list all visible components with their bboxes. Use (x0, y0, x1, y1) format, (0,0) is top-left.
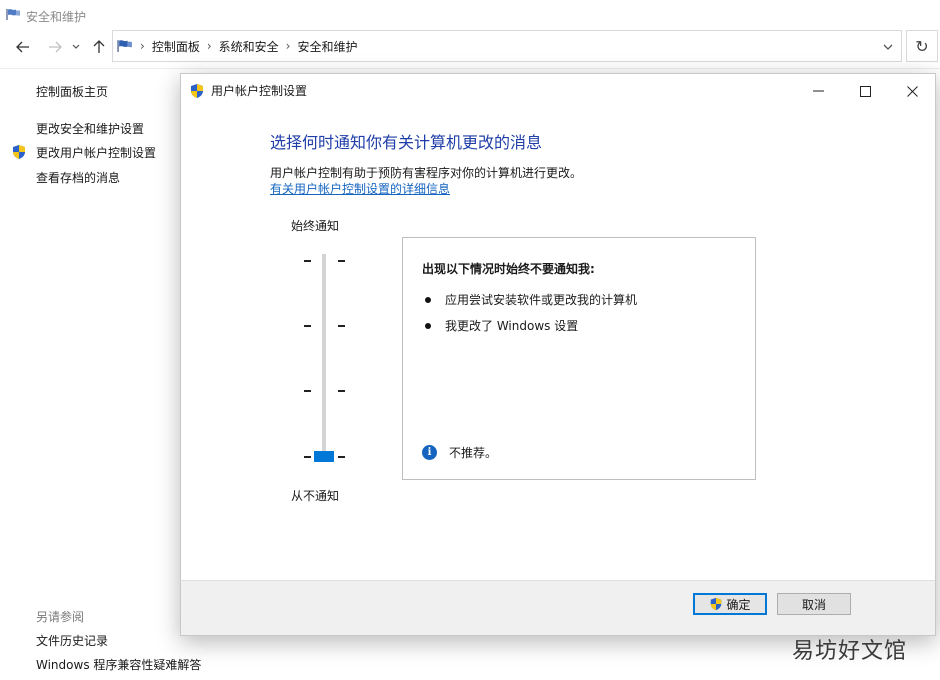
address-flag-icon (117, 39, 133, 53)
breadcrumb-system-security[interactable]: 系统和安全 (219, 38, 279, 55)
slider-bottom-label: 从不通知 (291, 489, 340, 503)
slider-top-label: 始终通知 (291, 219, 340, 233)
breadcrumb-separator-icon: › (140, 39, 145, 53)
list-item: 应用尝试安装软件或更改我的计算机 (425, 291, 637, 308)
recent-locations-chevron-icon[interactable] (70, 38, 82, 56)
breadcrumb-separator-icon: › (285, 39, 291, 53)
ok-button[interactable]: 确定 (693, 593, 767, 615)
sidebar-item-control-panel-home[interactable]: 控制面板主页 (36, 83, 108, 100)
slider-tick-right (338, 260, 345, 262)
slider-tick-left (304, 325, 311, 327)
uac-shield-icon (709, 597, 723, 611)
back-arrow-icon[interactable] (14, 38, 32, 56)
minimize-button[interactable] (803, 80, 833, 102)
dialog-description: 用户帐户控制有助于预防有害程序对你的计算机进行更改。 (270, 166, 583, 180)
dialog-title: 用户帐户控制设置 (211, 84, 308, 98)
list-item-text: 我更改了 Windows 设置 (445, 319, 579, 333)
sidebar-item-view-archived-messages[interactable]: 查看存档的消息 (36, 169, 120, 186)
slider-tick-right (338, 390, 345, 392)
list-item-text: 应用尝试安装软件或更改我的计算机 (445, 293, 638, 307)
dialog-title-bar: 用户帐户控制设置 (189, 82, 307, 99)
level-description-box: 出现以下情况时始终不要通知我: 应用尝试安装软件或更改我的计算机 我更改了 Wi… (402, 237, 756, 480)
uac-slider-track[interactable] (322, 254, 326, 460)
bullet-icon (425, 296, 431, 303)
divider (0, 68, 940, 69)
uac-settings-dialog: 用户帐户控制设置 选择何时通知你有关计算机更改的消息 用户帐户控制有助于预防有害… (180, 73, 936, 636)
refresh-icon: ↻ (915, 36, 929, 56)
info-icon: i (422, 445, 437, 460)
sidebar-item-change-security-settings[interactable]: 更改安全和维护设置 (36, 120, 144, 137)
sidebar-item-change-uac-settings[interactable]: 更改用户帐户控制设置 (36, 144, 156, 161)
see-also-file-history[interactable]: 文件历史记录 (36, 632, 108, 649)
uac-slider-thumb[interactable] (314, 451, 334, 462)
slider-tick-right (338, 456, 345, 458)
cancel-label: 取消 (801, 597, 826, 612)
see-also-heading: 另请参阅 (36, 610, 85, 624)
info-heading: 出现以下情况时始终不要通知我: (422, 262, 595, 276)
dialog-heading: 选择何时通知你有关计算机更改的消息 (270, 133, 543, 152)
slider-tick-left (304, 260, 311, 262)
breadcrumb-separator-icon: › (206, 39, 212, 53)
uac-shield-icon (189, 83, 205, 99)
ok-label: 确定 (726, 597, 751, 612)
bullet-icon (425, 322, 431, 329)
refresh-button[interactable]: ↻ (906, 30, 938, 62)
breadcrumb-control-panel[interactable]: 控制面板 (152, 38, 200, 55)
note-text: 不推荐。 (449, 446, 498, 460)
cancel-button[interactable]: 取消 (777, 593, 851, 615)
close-button[interactable] (897, 80, 927, 102)
security-flag-icon (6, 8, 21, 24)
window-title: 安全和维护 (26, 9, 87, 24)
uac-details-link[interactable]: 有关用户帐户控制设置的详细信息 (270, 180, 450, 197)
maximize-button[interactable] (850, 80, 880, 102)
slider-tick-left (304, 390, 311, 392)
address-bar[interactable]: › 控制面板 › 系统和安全 › 安全和维护 (112, 30, 902, 62)
recommendation-note: i 不推荐。 (422, 444, 497, 461)
forward-arrow-icon[interactable] (46, 38, 64, 56)
navigation-bar: › 控制面板 › 系统和安全 › 安全和维护 ↻ (0, 30, 940, 64)
slider-tick-left (304, 456, 311, 458)
breadcrumb-security-maintenance[interactable]: 安全和维护 (297, 38, 357, 55)
list-item: 我更改了 Windows 设置 (425, 317, 578, 334)
up-arrow-icon[interactable] (90, 38, 108, 56)
slider-tick-right (338, 325, 345, 327)
address-dropdown-chevron-icon[interactable] (883, 40, 893, 54)
window-title-bar: 安全和维护 (6, 6, 86, 26)
dialog-footer: 确定 取消 (181, 580, 935, 635)
see-also-compatibility-troubleshooter[interactable]: Windows 程序兼容性疑难解答 (36, 656, 201, 673)
uac-shield-icon (11, 144, 27, 163)
watermark-text: 易坊好文馆 (792, 639, 908, 664)
